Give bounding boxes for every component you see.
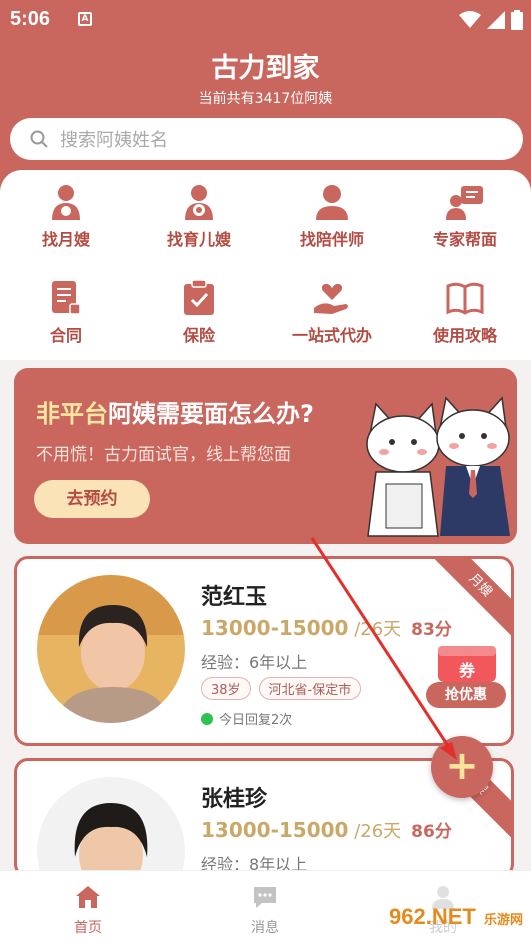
service-expert-interview[interactable]: 专家帮面 — [399, 182, 531, 250]
page-title: 古力到家 — [211, 53, 320, 84]
notification-icon: A — [78, 12, 92, 26]
grab-coupon-button[interactable]: 抢优惠 — [426, 682, 506, 708]
price-unit: /26天 — [348, 821, 402, 842]
caregiver-price: 13000-15000 /26天 83分 — [201, 615, 452, 641]
add-button[interactable]: + — [431, 736, 493, 798]
service-label: 使用攻略 — [432, 326, 497, 345]
watermark-sub: 乐游网 — [483, 912, 523, 927]
service-find-companion[interactable]: 找陪伴师 — [266, 182, 398, 250]
one-stop-service-icon — [314, 283, 348, 314]
service-guide[interactable]: 使用攻略 — [399, 278, 531, 346]
coupon-badge-text: 券 — [458, 661, 476, 680]
book-button[interactable]: 去预约 — [34, 480, 150, 518]
service-contract[interactable]: 合同 — [0, 278, 132, 346]
watermark-domain: .NET — [425, 904, 476, 929]
avatar — [37, 777, 185, 875]
message-icon — [254, 887, 276, 908]
location-tag: 河北省-保定市 — [258, 677, 362, 700]
maternity-nurse-icon — [52, 185, 80, 220]
caregiver-tags: 38岁 河北省-保定市 — [201, 677, 362, 700]
coupon-widget[interactable]: 券 抢优惠 — [426, 636, 510, 720]
signal-icon — [487, 11, 505, 29]
tab-label: 首页 — [74, 920, 102, 936]
insurance-icon — [184, 279, 214, 315]
caregiver-count: 当前共有3417位阿姨 — [198, 91, 333, 107]
banner-subtitle: 不用慌！古力面试官，线上帮您面 — [36, 445, 291, 465]
guide-book-icon — [446, 282, 484, 315]
banner-title: 非平台阿姨需要面怎么办? — [36, 394, 314, 429]
service-label: 专家帮面 — [432, 230, 497, 249]
reply-count: 今日回复2次 — [219, 713, 293, 728]
status-bar: 5:06 A — [8, 6, 523, 32]
age-tag: 38岁 — [201, 677, 251, 700]
caregiver-score: 86分 — [411, 822, 452, 842]
price-range: 13000-15000 — [201, 616, 349, 640]
service-find-nanny[interactable]: 找育儿嫂 — [133, 182, 265, 250]
companion-icon — [316, 185, 348, 220]
service-insurance[interactable]: 保险 — [133, 278, 265, 346]
caregiver-experience: 经验：6年以上 — [201, 653, 308, 672]
search-bar[interactable]: 搜索阿姨姓名 — [10, 118, 523, 160]
caregiver-name: 范红玉 — [201, 585, 268, 610]
banner-title-highlight: 非平台 — [36, 400, 108, 428]
service-grid: 找月嫂 找育儿嫂 找陪伴师 专家帮面 合同 保险 一站式代办 使用攻略 — [0, 170, 531, 360]
service-label: 找陪伴师 — [299, 230, 364, 249]
tab-messages[interactable]: 消息 — [215, 885, 315, 937]
service-label: 一站式代办 — [291, 326, 372, 345]
price-range: 13000-15000 — [201, 818, 349, 842]
expert-interview-icon — [446, 186, 483, 220]
wifi-icon — [459, 11, 481, 28]
interview-banner[interactable]: 非平台阿姨需要面怎么办? 不用慌！古力面试官，线上帮您面 去预约 — [14, 368, 517, 544]
search-icon — [30, 130, 48, 148]
contract-icon — [52, 281, 81, 315]
bottom-tab-bar: 首页 消息 我的 962.NET 乐游网 — [0, 870, 531, 944]
home-icon — [76, 886, 100, 908]
caregiver-price: 13000-15000 /26天 86分 — [201, 817, 452, 843]
search-input[interactable]: 搜索阿姨姓名 — [60, 126, 168, 152]
banner-title-rest: 阿姨需要面怎么办? — [108, 400, 314, 428]
coupon-gift-icon: 券 — [438, 646, 496, 682]
tab-label: 消息 — [251, 920, 279, 936]
status-icons — [459, 10, 523, 30]
reply-status: 今日回复2次 — [201, 709, 292, 728]
watermark-brand: 962 — [389, 904, 426, 929]
service-label: 找育儿嫂 — [166, 230, 231, 249]
tab-home[interactable]: 首页 — [38, 885, 138, 937]
cat-mascots-illustration — [366, 396, 510, 537]
service-label: 合同 — [49, 326, 82, 345]
online-dot-icon — [201, 712, 213, 725]
battery-icon — [511, 10, 523, 30]
nanny-icon — [185, 185, 213, 220]
caregiver-name: 张桂珍 — [201, 787, 268, 812]
service-find-maternity-nurse[interactable]: 找月嫂 — [0, 182, 132, 250]
site-watermark: 962.NET 乐游网 — [389, 904, 523, 930]
service-label: 找月嫂 — [41, 230, 90, 249]
service-one-stop[interactable]: 一站式代办 — [266, 278, 398, 346]
avatar — [37, 575, 185, 723]
status-time: 5:06 — [10, 8, 51, 30]
service-label: 保险 — [182, 326, 215, 345]
price-unit: /26天 — [348, 619, 402, 640]
